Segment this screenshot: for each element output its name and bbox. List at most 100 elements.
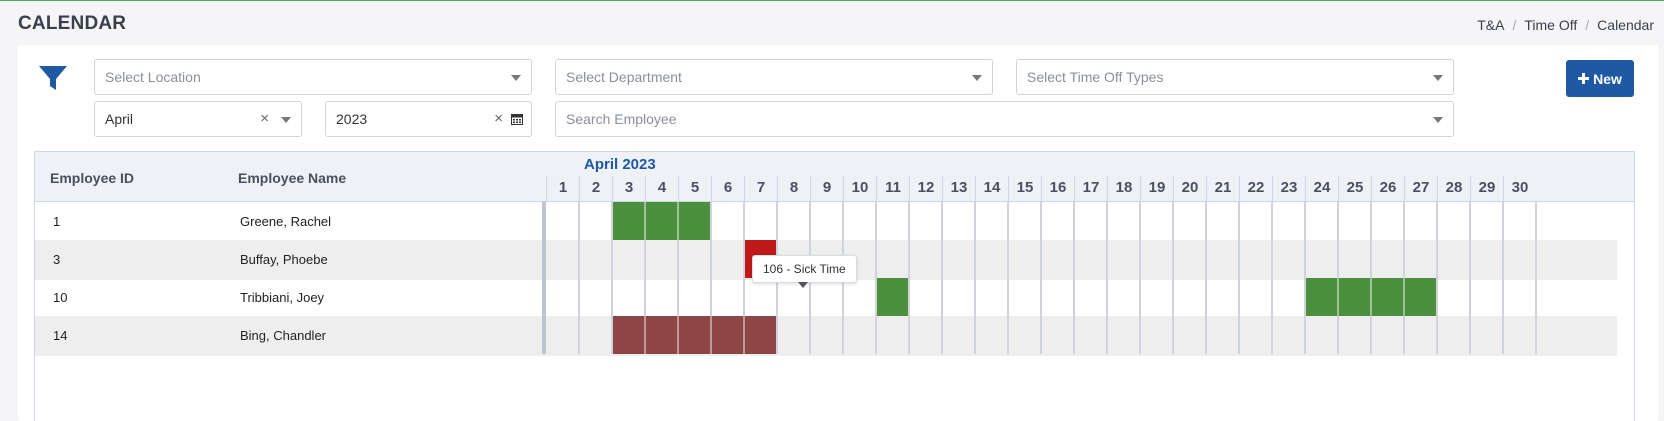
day-header: 8 [777, 176, 810, 202]
day-header: 1 [546, 176, 579, 202]
day-header: 25 [1338, 176, 1371, 202]
timeoff-calendar-grid: Employee ID Employee Name April 2023 123… [34, 151, 1635, 421]
day-header: 2 [579, 176, 612, 202]
location-placeholder: Select Location [105, 69, 201, 85]
day-header: 30 [1503, 176, 1536, 202]
day-header: 16 [1041, 176, 1074, 202]
day-header: 20 [1173, 176, 1206, 202]
department-placeholder: Select Department [566, 69, 682, 85]
day-header: 9 [810, 176, 843, 202]
day-header: 28 [1437, 176, 1470, 202]
chevron-down-icon [1433, 117, 1443, 123]
calendar-card: Select Location Select Department Select… [18, 45, 1658, 421]
employee-name-cell: Tribbiani, Joey [240, 290, 325, 305]
day-column-divider [974, 202, 976, 354]
day-header: 7 [744, 176, 777, 202]
employee-search-select[interactable]: Search Employee [555, 101, 1454, 137]
month-value: April [105, 111, 134, 127]
day-column-divider [1172, 202, 1174, 354]
day-column-divider [1205, 202, 1207, 354]
day-column-divider [578, 202, 580, 354]
day-column-divider [542, 202, 546, 354]
day-header: 29 [1470, 176, 1503, 202]
day-header: 24 [1305, 176, 1338, 202]
chevron-down-icon [511, 75, 521, 81]
month-select[interactable]: April × [94, 101, 302, 137]
day-column-divider [1271, 202, 1273, 354]
day-header: 5 [678, 176, 711, 202]
grid-header: Employee ID Employee Name April 2023 123… [35, 152, 1634, 202]
day-header: 12 [909, 176, 942, 202]
chevron-down-icon [1433, 75, 1443, 81]
chevron-down-icon [281, 117, 291, 123]
timeoff-tooltip: 106 - Sick Time [752, 255, 857, 288]
day-header: 6 [711, 176, 744, 202]
employee-id-cell: 1 [53, 214, 61, 229]
year-value: 2023 [336, 111, 368, 127]
day-header: 15 [1008, 176, 1041, 202]
month-label: April 2023 [584, 156, 656, 173]
day-column-divider [1106, 202, 1108, 354]
new-button-label: New [1593, 70, 1622, 87]
employee-name-cell: Greene, Rachel [240, 214, 332, 229]
day-header: 23 [1272, 176, 1305, 202]
day-header: 27 [1404, 176, 1437, 202]
page-title: CALENDAR [18, 13, 127, 34]
day-header: 11 [876, 176, 909, 202]
column-header-employee-name: Employee Name [238, 170, 347, 186]
calendar-icon[interactable] [511, 113, 523, 125]
employee-name-cell: Buffay, Phoebe [240, 252, 328, 267]
day-header: 13 [942, 176, 975, 202]
breadcrumb: T&A / Time Off / Calendar [1477, 17, 1654, 33]
time-off-block[interactable] [613, 202, 710, 240]
day-column-divider [1007, 202, 1009, 354]
employee-search-placeholder: Search Employee [566, 111, 677, 127]
breadcrumb-separator: / [1585, 17, 1590, 33]
table-row[interactable]: 14 Bing, Chandler [35, 316, 1617, 356]
employee-id-cell: 3 [53, 252, 61, 267]
day-header: 4 [645, 176, 678, 202]
day-header: 10 [843, 176, 876, 202]
table-row[interactable]: 1 Greene, Rachel [35, 202, 1617, 242]
day-column-divider [1073, 202, 1075, 354]
new-button[interactable]: New [1566, 60, 1634, 97]
day-column-divider [1139, 202, 1141, 354]
day-column-divider [1502, 202, 1504, 354]
day-header: 21 [1206, 176, 1239, 202]
day-column-divider [1469, 202, 1471, 354]
time-off-block[interactable] [1306, 278, 1436, 316]
day-header: 26 [1371, 176, 1404, 202]
chevron-down-icon [972, 75, 982, 81]
day-header: 18 [1107, 176, 1140, 202]
timeoff-type-placeholder: Select Time Off Types [1027, 69, 1164, 85]
clear-icon[interactable]: × [494, 110, 503, 127]
day-column-divider [941, 202, 943, 354]
day-header: 22 [1239, 176, 1272, 202]
day-column-divider [1238, 202, 1240, 354]
location-select[interactable]: Select Location [94, 59, 532, 95]
day-column-divider [908, 202, 910, 354]
employee-name-cell: Bing, Chandler [240, 328, 326, 343]
day-header: 17 [1074, 176, 1107, 202]
year-picker[interactable]: 2023 × [325, 101, 532, 137]
breadcrumb-item-calendar: Calendar [1597, 17, 1654, 33]
day-column-divider [1040, 202, 1042, 354]
clear-icon[interactable]: × [260, 110, 269, 127]
breadcrumb-item-ta[interactable]: T&A [1477, 17, 1504, 33]
time-off-block[interactable] [613, 316, 776, 354]
column-header-employee-id: Employee ID [50, 170, 135, 186]
department-select[interactable]: Select Department [555, 59, 993, 95]
breadcrumb-separator: / [1512, 17, 1517, 33]
day-header: 19 [1140, 176, 1173, 202]
breadcrumb-item-time-off[interactable]: Time Off [1524, 17, 1577, 33]
employee-id-cell: 14 [53, 328, 68, 343]
filter-icon[interactable] [38, 63, 68, 93]
day-column-divider [1436, 202, 1438, 354]
plus-icon [1578, 73, 1590, 84]
day-header: 3 [612, 176, 645, 202]
timeoff-type-select[interactable]: Select Time Off Types [1016, 59, 1454, 95]
time-off-block[interactable] [877, 278, 908, 316]
day-header: 14 [975, 176, 1008, 202]
employee-id-cell: 10 [53, 290, 68, 305]
day-column-divider [1535, 202, 1537, 354]
